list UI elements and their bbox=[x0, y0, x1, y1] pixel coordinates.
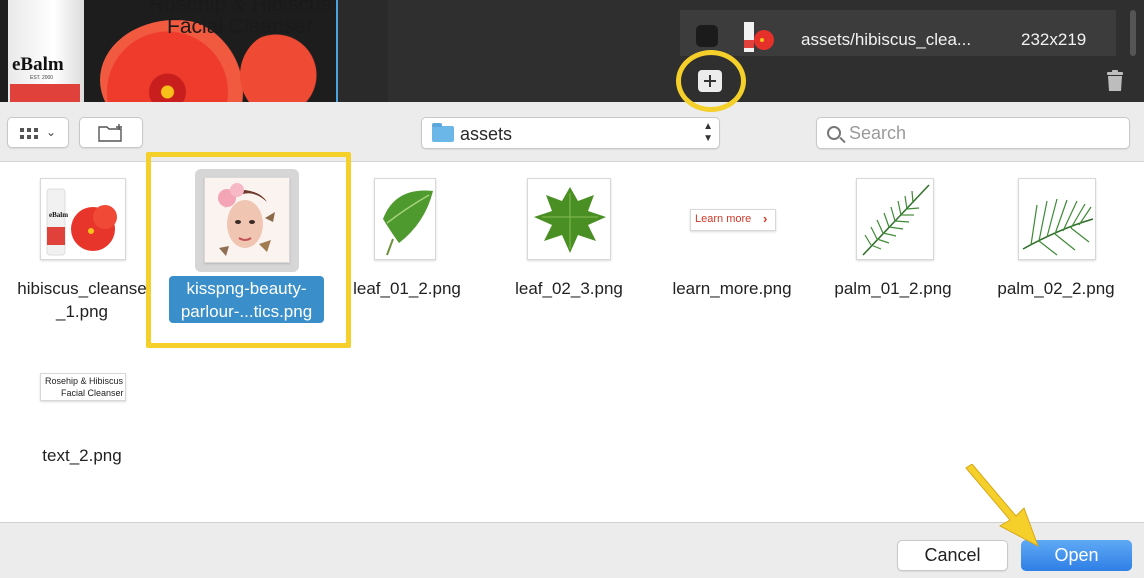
view-mode-button[interactable]: ⌄ bbox=[7, 117, 69, 148]
updown-arrows-icon: ▲ ▼ bbox=[703, 121, 713, 144]
selected-file-highlight-annotation bbox=[146, 152, 351, 348]
editor-background: eBalm EST. 2000 Rosehip & Hibiscus Facia… bbox=[0, 0, 1144, 102]
search-field[interactable] bbox=[816, 117, 1130, 149]
layer-visibility-checkbox[interactable] bbox=[696, 25, 718, 47]
hibiscus-flower-image-2 bbox=[240, 30, 330, 102]
canvas-title-text: Rosehip & Hibiscus Facial Cleanser bbox=[148, 0, 332, 38]
bottle-brand-text: eBalm bbox=[12, 54, 64, 75]
text-thumb-line-1: Rosehip & Hibiscus bbox=[45, 376, 124, 386]
learn-more-text: Learn more bbox=[695, 213, 752, 225]
new-folder-button[interactable] bbox=[79, 117, 143, 148]
add-button-highlight-annotation bbox=[676, 50, 746, 112]
icon-grid-icon bbox=[20, 128, 40, 140]
canvas-preview: eBalm EST. 2000 Rosehip & Hibiscus Facia… bbox=[0, 0, 336, 102]
chevron-right-icon: › bbox=[763, 211, 768, 226]
file-name-learn-more[interactable]: learn_more.png bbox=[652, 277, 812, 300]
canvas-transparent-area bbox=[338, 0, 388, 102]
svg-text:eBalm: eBalm bbox=[49, 211, 68, 219]
layers-scrollbar[interactable] bbox=[1130, 10, 1136, 56]
search-icon bbox=[827, 126, 841, 140]
file-name-palm-02[interactable]: palm_02_2.png bbox=[976, 277, 1136, 300]
file-name-leaf-02[interactable]: leaf_02_3.png bbox=[489, 277, 649, 300]
new-folder-icon bbox=[98, 124, 122, 142]
layer-thumbnail bbox=[742, 22, 778, 52]
file-thumbnail-leaf-02[interactable] bbox=[527, 178, 611, 260]
open-file-dialog: ⌄ assets ▲▼ eBalm hibiscus_cl bbox=[0, 102, 1144, 578]
file-thumbnail-palm-01[interactable] bbox=[856, 178, 934, 260]
file-thumbnail-learn-more[interactable]: Learn more › bbox=[690, 209, 776, 231]
folder-icon bbox=[432, 123, 454, 142]
file-thumbnail-leaf-01[interactable] bbox=[374, 178, 436, 260]
search-input[interactable] bbox=[849, 120, 1119, 146]
trash-icon[interactable] bbox=[1106, 70, 1124, 92]
file-name-hibiscus[interactable]: hibiscus_cleanse _1.png bbox=[2, 277, 162, 323]
file-thumbnail-palm-02[interactable] bbox=[1018, 178, 1096, 260]
layer-row[interactable]: assets/hibiscus_clea... 232x219 bbox=[680, 10, 1116, 56]
bottle-label-band bbox=[10, 84, 80, 102]
file-thumbnail-hibiscus[interactable]: eBalm bbox=[40, 178, 126, 260]
arrow-pointer-annotation bbox=[965, 464, 1039, 548]
layer-name: assets/hibiscus_clea... bbox=[801, 30, 972, 49]
file-name-palm-01[interactable]: palm_01_2.png bbox=[813, 277, 973, 300]
text-thumb-line-2: Facial Cleanser bbox=[61, 388, 124, 398]
bottle-brand-subtext: EST. 2000 bbox=[30, 75, 54, 81]
file-name-leaf-01[interactable]: leaf_01_2.png bbox=[327, 277, 487, 300]
layers-panel: assets/hibiscus_clea... 232x219 bbox=[388, 0, 1144, 102]
chevron-down-icon: ⌄ bbox=[46, 125, 57, 139]
file-thumbnail-text[interactable]: Rosehip & Hibiscus Facial Cleanser bbox=[40, 373, 126, 401]
location-label: assets bbox=[460, 124, 513, 144]
location-dropdown[interactable]: assets ▲ ▼ bbox=[421, 117, 720, 149]
file-name-text[interactable]: text_2.png bbox=[2, 444, 162, 467]
layer-dimensions: 232x219 bbox=[1021, 30, 1087, 49]
